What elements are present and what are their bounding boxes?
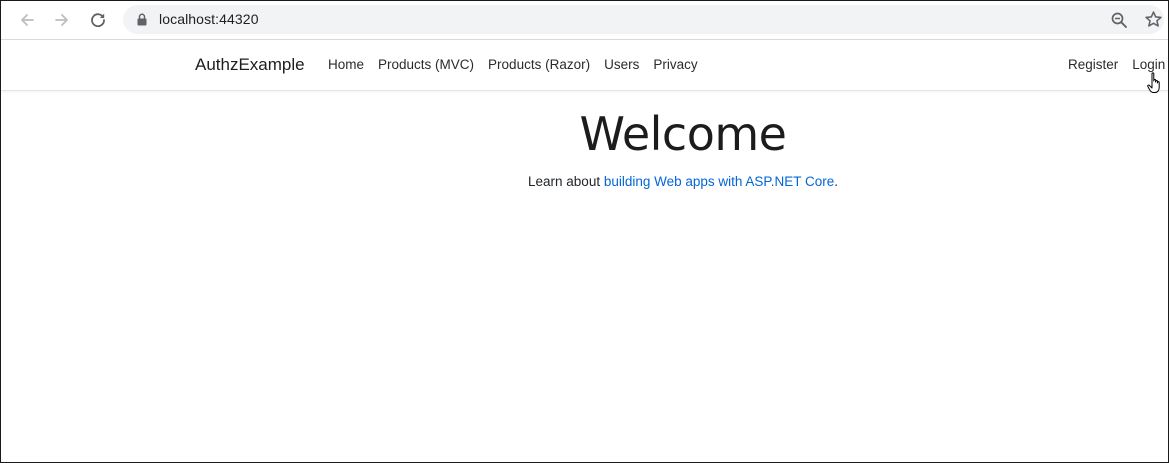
address-bar[interactable]: localhost:44320	[123, 5, 1164, 34]
star-icon[interactable]	[1144, 10, 1163, 29]
login-link[interactable]: Login	[1132, 57, 1165, 72]
arrow-right-icon	[55, 14, 68, 26]
nav-link-products-razor[interactable]: Products (Razor)	[488, 57, 590, 72]
reload-button[interactable]	[87, 9, 109, 31]
intro-suffix: .	[834, 174, 838, 189]
lock-icon	[137, 13, 147, 26]
site-navbar: AuthzExample Home Products (MVC) Product…	[1, 40, 1168, 91]
arrow-left-icon	[21, 14, 34, 26]
browser-toolbar: localhost:44320	[1, 1, 1168, 40]
account-links: Register Login	[1068, 57, 1165, 72]
welcome-heading: Welcome	[579, 107, 787, 161]
register-link[interactable]: Register	[1068, 57, 1118, 72]
forward-button[interactable]	[51, 9, 73, 31]
nav-links: Home Products (MVC) Products (Razor) Use…	[328, 57, 712, 72]
browser-window: localhost:44320 AuthzExample Home Produc…	[0, 0, 1169, 463]
nav-link-home[interactable]: Home	[328, 57, 364, 72]
nav-link-products-mvc[interactable]: Products (MVC)	[378, 57, 474, 72]
main-content: Welcome Learn about building Web apps wi…	[1, 91, 1168, 461]
intro-paragraph: Learn about building Web apps with ASP.N…	[1, 174, 1168, 189]
back-button[interactable]	[16, 9, 38, 31]
zoom-icon[interactable]	[1110, 11, 1128, 29]
aspnet-docs-link[interactable]: building Web apps with ASP.NET Core	[604, 174, 834, 189]
reload-icon	[91, 13, 105, 28]
nav-link-users[interactable]: Users	[604, 57, 639, 72]
intro-prefix: Learn about	[528, 174, 604, 189]
brand-link[interactable]: AuthzExample	[195, 55, 305, 75]
url-text[interactable]: localhost:44320	[159, 11, 259, 27]
nav-link-privacy[interactable]: Privacy	[653, 57, 697, 72]
